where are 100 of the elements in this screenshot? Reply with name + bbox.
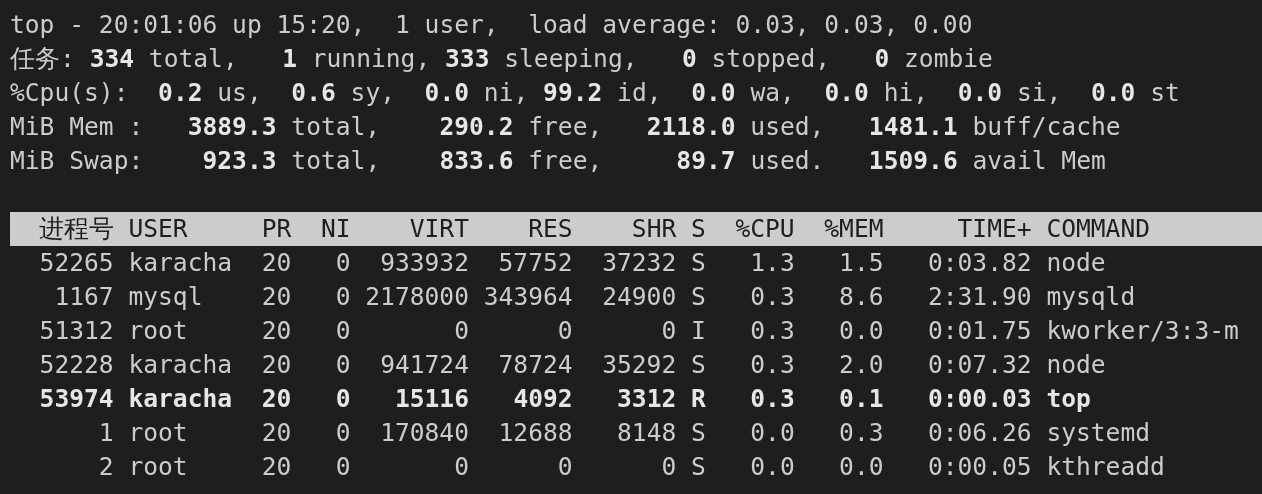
table-cell-text: 0.3 — [839, 417, 884, 449]
column-header: NI — [320, 213, 351, 245]
table-cell-text: 0:01.75 — [927, 315, 1032, 347]
table-cell-text: 51312 — [39, 315, 114, 347]
column-header: COMMAND — [1046, 213, 1151, 245]
table-cell-text: 57752 — [498, 247, 573, 279]
table-cell-text: 37232 — [602, 247, 677, 279]
table-cell-text: 0 — [454, 451, 469, 483]
column-header: SHR — [631, 213, 677, 245]
table-cell-text: 1.5 — [839, 247, 884, 279]
table-cell-text: 4092 — [513, 383, 573, 415]
table-cell-text: 0.0 — [839, 315, 884, 347]
table-cell-text: 0.0 — [750, 417, 795, 449]
table-cell-text: 15116 — [394, 383, 469, 415]
table-cell-text: 933932 — [380, 247, 469, 279]
table-cell-text: 35292 — [602, 349, 677, 381]
table-cell-text: root — [128, 451, 188, 483]
column-header: S — [691, 213, 706, 245]
table-cell-text: root — [128, 315, 188, 347]
table-cell-text: node — [1046, 247, 1106, 279]
table-cell-text: 53974 — [39, 383, 114, 415]
table-cell-text: R — [691, 383, 706, 415]
table-cell-text: 20 — [261, 247, 292, 279]
table-cell-text: karacha — [128, 247, 233, 279]
summary-line: MiB Swap: 923.3 total, 833.6 free, 89.7 used. 1509.6 avail Mem — [10, 145, 1106, 177]
table-cell-text: 12688 — [498, 417, 573, 449]
table-cell-text: 2178000 — [365, 281, 469, 313]
table-cell-text: 0 — [335, 281, 351, 313]
table-cell-text: 1 — [98, 417, 114, 449]
table-cell-text: 52228 — [39, 349, 114, 381]
table-cell-text: 343964 — [483, 281, 573, 313]
table-cell-text: 0.0 — [839, 451, 884, 483]
table-cell-text: 941724 — [380, 349, 469, 381]
table-cell-text: 0 — [335, 417, 351, 449]
table-cell-text: 2.0 — [839, 349, 884, 381]
table-cell-text: 0 — [661, 315, 677, 347]
table-cell-text: 1.3 — [750, 247, 795, 279]
table-cell-text: 0 — [454, 315, 469, 347]
table-cell-text: 0:07.32 — [927, 349, 1032, 381]
table-cell-text: 0.3 — [750, 349, 795, 381]
table-cell-text: 24900 — [602, 281, 677, 313]
table-cell-text: 0:06.26 — [927, 417, 1032, 449]
table-cell-text: 0 — [335, 247, 351, 279]
table-cell-text: 0 — [335, 349, 351, 381]
table-cell-text: 20 — [261, 417, 292, 449]
table-cell-text: 20 — [261, 383, 292, 415]
table-cell-text: S — [691, 417, 706, 449]
column-header: PR — [261, 213, 292, 245]
table-cell-text: mysqld — [1046, 281, 1136, 313]
table-cell-text: 8148 — [617, 417, 677, 449]
table-cell-text: mysql — [128, 281, 203, 313]
table-cell-text: S — [691, 349, 706, 381]
table-cell-text: karacha — [128, 349, 233, 381]
summary-line: top - 20:01:06 up 15:20, 1 user, load average: 0.03, 0.03, 0.00 — [10, 9, 973, 41]
table-cell-text: 3312 — [617, 383, 677, 415]
table-cell-text: S — [691, 451, 706, 483]
column-header: TIME+ — [957, 213, 1032, 245]
table-cell-text: root — [128, 417, 188, 449]
table-cell-text: 0:00.05 — [927, 451, 1032, 483]
summary-line: MiB Mem : 3889.3 total, 290.2 free, 2118.0 used, 1481.1 buff/cache — [10, 111, 1121, 143]
table-cell-text: 2 — [98, 451, 114, 483]
table-cell-text: 52265 — [39, 247, 114, 279]
table-cell-text: 0.1 — [839, 383, 884, 415]
table-cell-text: 0.3 — [750, 315, 795, 347]
table-cell-text: node — [1046, 349, 1106, 381]
table-cell-text: 0:00.03 — [927, 383, 1032, 415]
table-cell-text: S — [691, 281, 706, 313]
table-cell-text: S — [691, 247, 706, 279]
table-cell-text: 0 — [557, 451, 573, 483]
column-header: %MEM — [824, 213, 884, 245]
summary-line: %Cpu(s): 0.2 us, 0.6 sy, 0.0 ni, 99.2 id, 0.0 wa, 0.0 hi, 0.0 si, 0.0 st — [10, 77, 1180, 109]
table-cell-text: 0 — [335, 383, 351, 415]
table-cell-text: 2:31.90 — [927, 281, 1032, 313]
table-cell-text: 0 — [557, 315, 573, 347]
table-cell-text: 0.0 — [750, 451, 795, 483]
column-header: VIRT — [409, 213, 469, 245]
table-cell-text: 20 — [261, 451, 292, 483]
table-cell-text: 0:03.82 — [927, 247, 1032, 279]
table-cell-text: 0 — [661, 451, 677, 483]
table-cell-text: 0.3 — [750, 383, 795, 415]
table-cell-text: 170840 — [380, 417, 469, 449]
table-cell-text: 20 — [261, 315, 292, 347]
table-cell-text: top — [1046, 383, 1091, 415]
table-cell-text: 0 — [335, 451, 351, 483]
table-cell-text: 78724 — [498, 349, 573, 381]
column-header: USER — [128, 213, 188, 245]
summary-line: 任务: 334 total, 1 running, 333 sleeping, 0 stopped, 0 zombie — [10, 43, 993, 75]
table-cell-text: kthreadd — [1046, 451, 1165, 483]
table-cell-text: 20 — [261, 349, 292, 381]
column-header: 进程号 — [38, 213, 114, 245]
table-cell-text: 8.6 — [839, 281, 884, 313]
table-cell-text: systemd — [1046, 417, 1151, 449]
table-cell-text: karacha — [128, 383, 233, 415]
table-cell-text: 20 — [261, 281, 292, 313]
table-cell-text: 0.3 — [750, 281, 795, 313]
table-cell-text: kworker/3:3-m — [1046, 315, 1239, 347]
column-header: %CPU — [735, 213, 795, 245]
table-cell-text: I — [691, 315, 706, 347]
table-cell-text: 0 — [335, 315, 351, 347]
column-header: RES — [528, 213, 573, 245]
